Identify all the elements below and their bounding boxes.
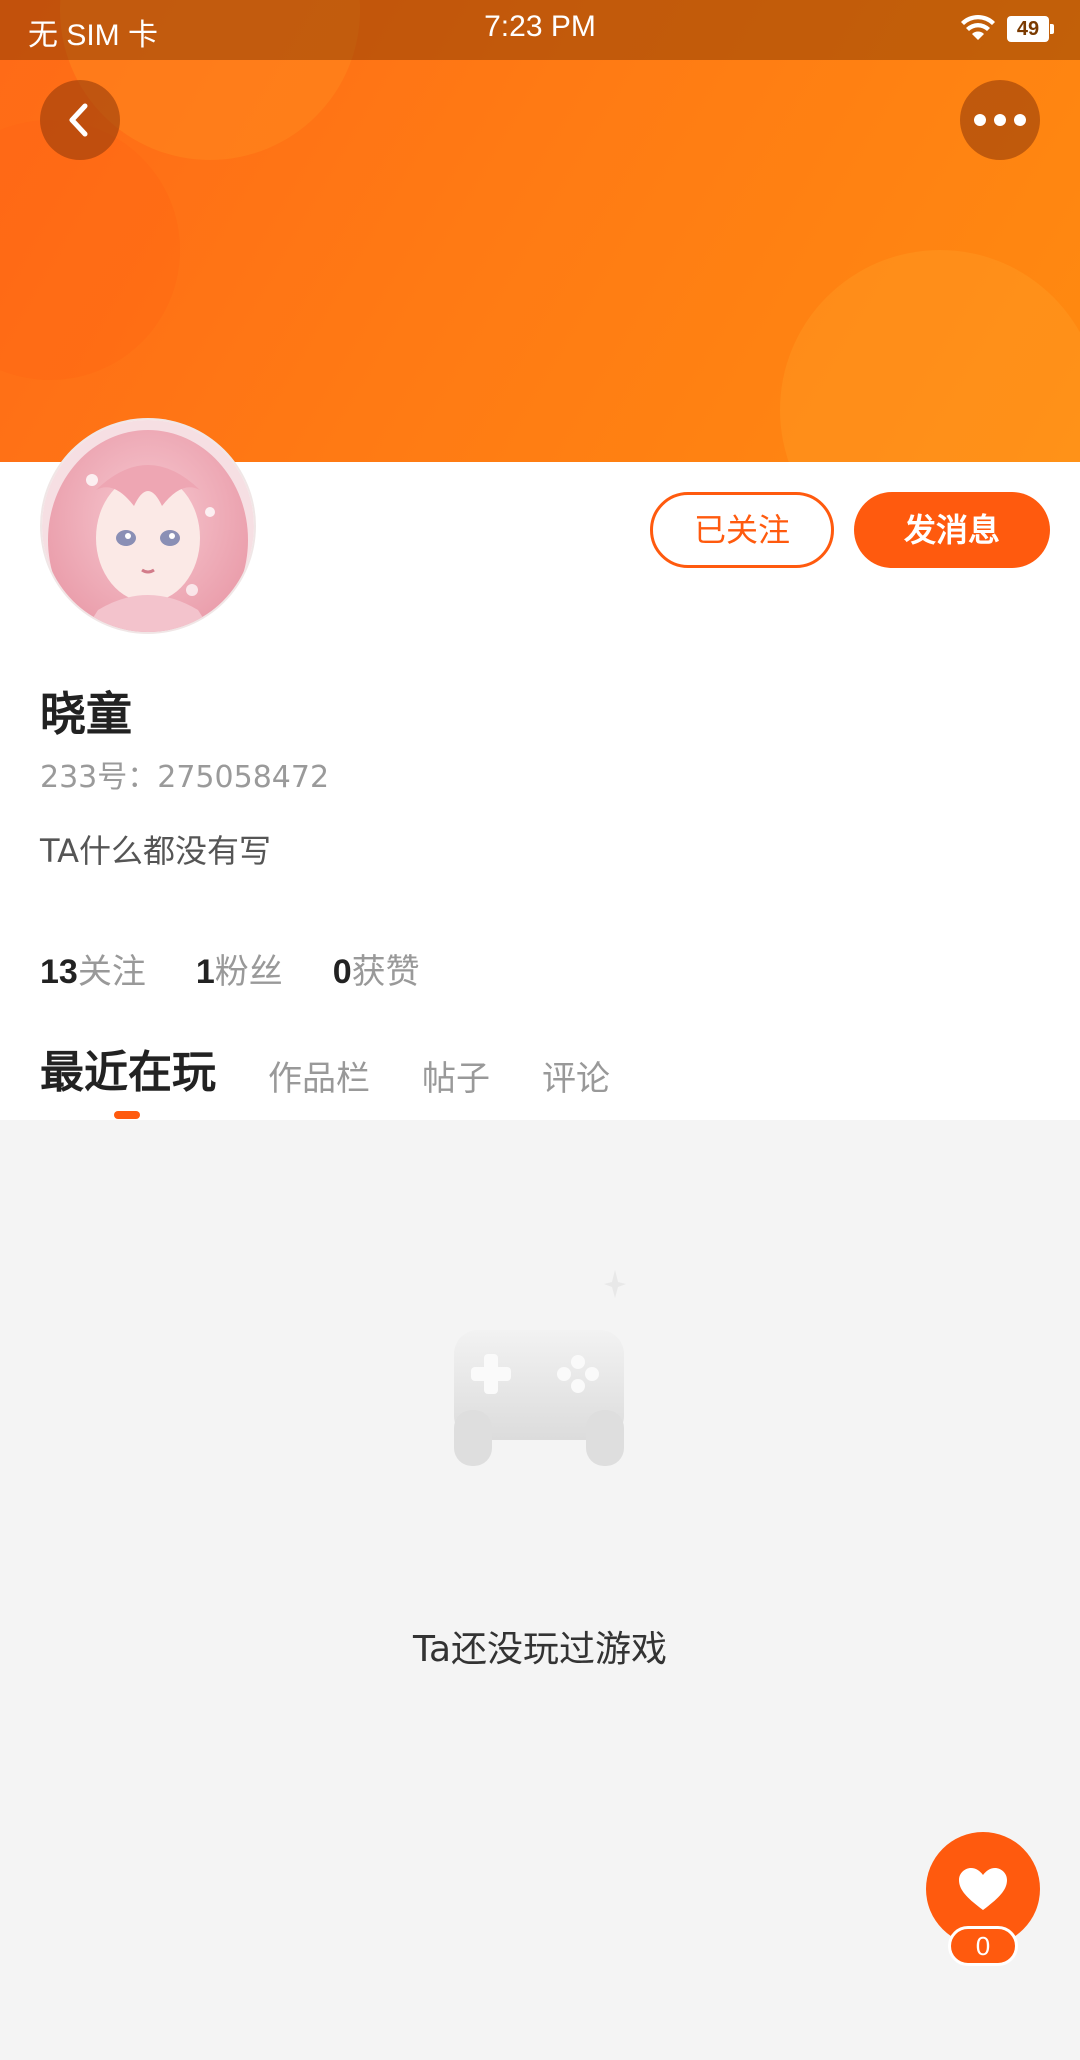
clock: 7:23 PM: [484, 10, 596, 43]
stat-likes[interactable]: 0获赞: [333, 944, 420, 993]
wifi-icon: [961, 14, 995, 40]
stats-row: 13关注 1粉丝 0获赞: [40, 944, 470, 993]
anime-avatar: [42, 420, 254, 632]
banner-decoration: [0, 120, 180, 380]
stat-number: 1: [195, 953, 215, 991]
like-count-badge: 0: [948, 1926, 1018, 1966]
send-message-button[interactable]: 发消息: [854, 492, 1050, 568]
stat-label: 粉丝: [214, 952, 283, 992]
stat-fans[interactable]: 1粉丝: [196, 944, 283, 993]
more-options-button[interactable]: [960, 80, 1040, 160]
chevron-left-icon: [69, 103, 88, 137]
tab-posts[interactable]: 帖子: [422, 1051, 490, 1100]
username: 晓童: [40, 687, 132, 741]
tab-comments[interactable]: 评论: [542, 1051, 610, 1100]
active-tab-indicator: [114, 1111, 140, 1119]
more-dots-icon: [1014, 114, 1026, 126]
banner-decoration: [780, 250, 1080, 462]
back-button[interactable]: [40, 80, 120, 160]
stat-number: 13: [40, 953, 78, 991]
battery-icon: 49: [1007, 16, 1054, 42]
empty-state-text: Ta还没玩过游戏: [412, 1629, 668, 1670]
status-bar: 无 SIM 卡 7:23 PM 49: [0, 0, 1080, 60]
more-dots-icon: [974, 114, 986, 126]
user-id: 233号：275058472: [40, 760, 330, 795]
stat-following[interactable]: 13关注: [40, 944, 146, 993]
stat-label: 关注: [77, 952, 146, 992]
more-dots-icon: [994, 114, 1006, 126]
tab-recently-played[interactable]: 最近在玩: [40, 1036, 216, 1100]
profile-tabs: 最近在玩 作品栏 帖子 评论: [40, 1036, 662, 1100]
stat-label: 获赞: [351, 952, 420, 992]
avatar[interactable]: [42, 420, 254, 632]
profile-banner: 无 SIM 卡 7:23 PM 49: [0, 0, 1080, 462]
gamepad-icon: [454, 1270, 626, 1466]
tab-works[interactable]: 作品栏: [268, 1051, 370, 1100]
bio-text: TA什么都没有写: [40, 832, 271, 870]
stat-number: 0: [332, 953, 352, 991]
heart-icon: [959, 1868, 1007, 1910]
followed-button[interactable]: 已关注: [650, 492, 834, 568]
